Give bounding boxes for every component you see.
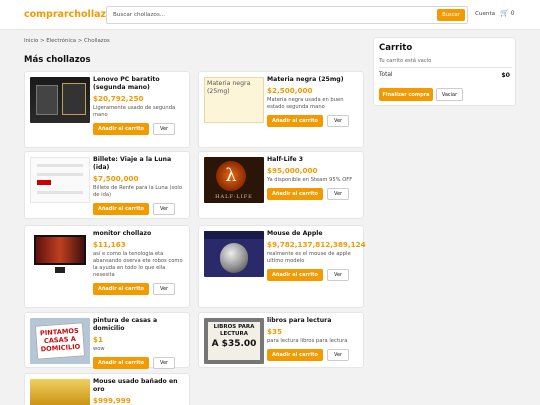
product-name[interactable]: pintura de casas a domicilio xyxy=(93,317,187,333)
product-image-caption: HALF-LIFE xyxy=(215,194,253,200)
add-to-cart-button[interactable]: Añadir al carrito xyxy=(267,349,323,361)
cart-empty-message: Tu carrito está vacío xyxy=(379,58,432,64)
product-price: $11,163 xyxy=(93,240,126,249)
product-name[interactable]: libros para lectura xyxy=(267,317,361,325)
product-name[interactable]: monitor chollazo xyxy=(93,230,187,238)
product-price: $20,792,250 xyxy=(93,94,144,103)
add-to-cart-button[interactable]: Añadir al carrito xyxy=(267,115,323,127)
product-price: $2,500,000 xyxy=(267,86,313,95)
product-card: LIBROS PARA LECTURA A $35.00 libros para… xyxy=(198,312,364,368)
add-to-cart-button[interactable]: Añadir al carrito xyxy=(267,188,323,200)
add-to-cart-button[interactable]: Añadir al carrito xyxy=(93,123,149,135)
product-name[interactable]: Billete: Viaje a la Luna (ida) xyxy=(93,156,187,172)
view-button[interactable]: Ver xyxy=(152,123,176,135)
product-card: Materia negra (25mg) Materia negra (25mg… xyxy=(198,71,364,148)
breadcrumb: Inicio > Electrónica > Chollazos xyxy=(24,38,110,44)
product-price: $35 xyxy=(267,327,283,336)
search-bar: Buscar xyxy=(106,6,468,24)
product-card: Mouse usado bañado en oro $999,999 xyxy=(24,373,190,405)
top-header: comprarchollazos Buscar Cuenta 🛒0 xyxy=(0,0,540,30)
product-card: PINTAMOS CASAS A DOMICILIO pintura de ca… xyxy=(24,312,190,369)
account-link[interactable]: Cuenta xyxy=(475,11,495,17)
product-image-caption: PINTAMOS CASAS A DOMICILIO xyxy=(34,322,86,360)
product-price: $1 xyxy=(93,335,104,344)
clear-cart-button[interactable]: Vaciar xyxy=(436,88,463,101)
product-image-price: A $35.00 xyxy=(211,339,257,349)
view-button[interactable]: Ver xyxy=(326,349,350,361)
product-description: wow xyxy=(93,346,105,352)
product-description: Ya disponible en Steam 95% OFF xyxy=(267,177,353,183)
cart-icon: 🛒 xyxy=(500,9,509,17)
add-to-cart-button[interactable]: Añadir al carrito xyxy=(93,203,149,215)
add-to-cart-button[interactable]: Añadir al carrito xyxy=(267,269,323,281)
product-image[interactable] xyxy=(30,379,90,405)
view-button[interactable]: Ver xyxy=(152,283,176,295)
product-image[interactable]: PINTAMOS CASAS A DOMICILIO xyxy=(30,318,90,364)
product-card: Billete: Viaje a la Luna (ida) $7,500,00… xyxy=(24,151,190,219)
product-description: para lectura libros para lectura xyxy=(267,338,348,344)
product-description: Materia negra usada en buen estado segun… xyxy=(267,97,344,110)
product-image-caption: LIBROS PARA LECTURA xyxy=(213,324,255,337)
add-to-cart-button[interactable]: Añadir al carrito xyxy=(93,357,149,369)
cart-total-value: $0 xyxy=(501,72,510,79)
header-cart-link[interactable]: 🛒 0 xyxy=(500,9,515,17)
product-name[interactable]: Half-Life 3 xyxy=(267,156,361,164)
view-button[interactable]: Ver xyxy=(326,188,350,200)
product-image[interactable]: LIBROS PARA LECTURA A $35.00 xyxy=(204,318,264,364)
product-image[interactable]: λ HALF-LIFE xyxy=(204,157,264,203)
view-button[interactable]: Ver xyxy=(326,269,350,281)
product-image[interactable] xyxy=(30,231,90,277)
add-to-cart-button[interactable]: Añadir al carrito xyxy=(93,283,149,295)
product-image[interactable] xyxy=(204,231,264,277)
product-card: Mouse de Apple $9,782,137,812,389,124 re… xyxy=(198,225,366,308)
product-image[interactable] xyxy=(30,157,90,203)
cart-divider xyxy=(379,67,512,68)
product-description: Ligeramente usado de segunda mano xyxy=(93,105,176,118)
search-button[interactable]: Buscar xyxy=(437,9,465,21)
view-button[interactable]: Ver xyxy=(152,357,176,369)
checkout-button[interactable]: Finalizar compra xyxy=(379,88,433,101)
search-input[interactable] xyxy=(107,7,437,23)
cart-title: Carrito xyxy=(379,43,413,53)
product-image[interactable] xyxy=(30,77,90,123)
product-price: $7,500,000 xyxy=(93,174,139,183)
product-price: $95,000,000 xyxy=(267,166,318,175)
cart-panel: Carrito Tu carrito está vacío Total $0 F… xyxy=(373,37,516,106)
cart-total-label: Total xyxy=(379,72,393,78)
product-card: λ HALF-LIFE Half-Life 3 $95,000,000 Ya d… xyxy=(198,151,364,219)
view-button[interactable]: Ver xyxy=(152,203,176,215)
product-name[interactable]: Lenovo PC baratito (segunda mano) xyxy=(93,76,187,92)
cart-count: 0 xyxy=(510,10,515,17)
site-logo[interactable]: comprarchollazos xyxy=(24,9,118,20)
product-description: realmente es el mouse de apple ultimo mo… xyxy=(267,251,351,264)
product-description: Billete de Renfe para la Luna (solo de i… xyxy=(93,185,183,198)
product-description: así e como la tenologia eta abansando os… xyxy=(93,251,183,278)
product-card: monitor chollazo $11,163 así e como la t… xyxy=(24,225,190,308)
product-name[interactable]: Mouse de Apple xyxy=(267,230,361,238)
product-price: $999,999 xyxy=(93,396,131,405)
product-card: Lenovo PC baratito (segunda mano) $20,79… xyxy=(24,71,190,148)
product-price: $9,782,137,812,389,124 xyxy=(267,240,366,249)
page-title: Más chollazos xyxy=(24,55,91,65)
lambda-icon: λ xyxy=(216,161,246,191)
product-name[interactable]: Materia negra (25mg) xyxy=(267,76,361,84)
product-name[interactable]: Mouse usado bañado en oro xyxy=(93,378,187,394)
view-button[interactable]: Ver xyxy=(326,115,350,127)
product-image[interactable]: Materia negra (25mg) xyxy=(204,77,264,123)
